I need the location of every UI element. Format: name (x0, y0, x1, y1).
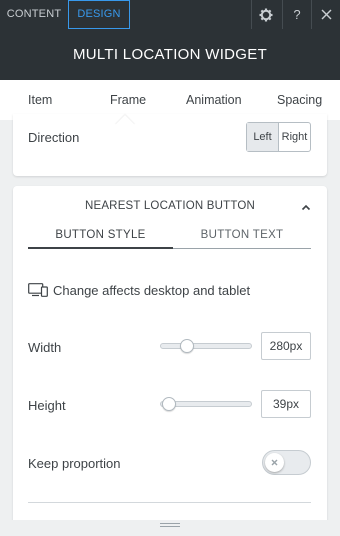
divider (28, 502, 311, 503)
device-info-text: Change affects desktop and tablet (53, 282, 251, 298)
height-input[interactable]: 39px (261, 390, 311, 418)
width-slider[interactable] (160, 339, 252, 353)
toggle-knob (265, 453, 284, 472)
tab-button-style[interactable]: BUTTON STYLE (28, 229, 173, 249)
gear-icon (259, 8, 273, 21)
height-slider-handle[interactable] (162, 397, 176, 411)
width-slider-track (160, 343, 252, 349)
height-label: Height (28, 398, 66, 413)
top-bar: CONTENT DESIGN ? (0, 0, 340, 29)
section-title[interactable]: NEAREST LOCATION BUTTON (13, 200, 327, 212)
settings-button[interactable] (251, 0, 280, 29)
desktop-tablet-icon (28, 283, 48, 297)
x-icon (271, 459, 278, 466)
direction-left-button[interactable]: Left (247, 123, 279, 151)
width-input[interactable]: 280px (261, 332, 311, 360)
keep-proportion-label: Keep proportion (28, 456, 121, 471)
close-button[interactable] (311, 0, 340, 29)
keep-proportion-toggle[interactable] (262, 450, 311, 475)
direction-toggle: Left Right (246, 122, 311, 152)
active-tab-underline (28, 247, 173, 249)
width-slider-handle[interactable] (180, 339, 194, 353)
width-label: Width (28, 340, 62, 355)
device-info: Change affects desktop and tablet (28, 281, 250, 299)
direction-label: Direction (28, 130, 80, 145)
direction-right-button[interactable]: Right (279, 123, 310, 151)
panel-title: MULTI LOCATION WIDGET (0, 29, 340, 80)
tab-design[interactable]: DESIGN (68, 0, 130, 29)
tab-button-text[interactable]: BUTTON TEXT (173, 229, 311, 249)
resize-grip-icon[interactable] (160, 523, 180, 529)
close-icon (321, 9, 331, 20)
tab-content[interactable]: CONTENT (0, 0, 68, 29)
chevron-up-icon[interactable] (300, 201, 312, 213)
help-button[interactable]: ? (282, 0, 311, 29)
height-slider[interactable] (160, 397, 252, 411)
tab-underline (173, 248, 311, 249)
